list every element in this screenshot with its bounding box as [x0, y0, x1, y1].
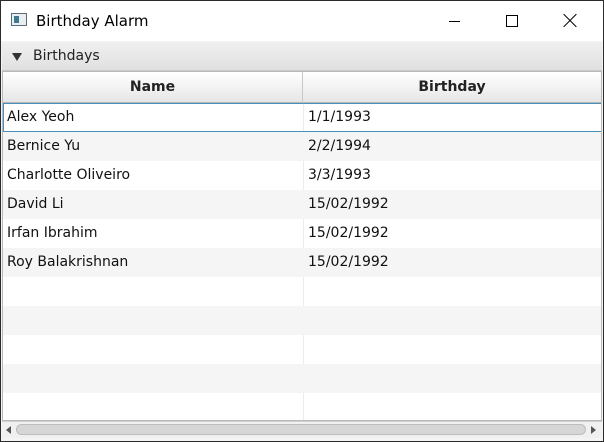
table-row[interactable]: Alex Yeoh 1/1/1993 — [3, 103, 601, 132]
name-cell[interactable]: Bernice Yu — [7, 132, 301, 161]
birthday-table[interactable]: Name Birthday Alex Yeoh 1/1/1993 Bernice Y… — [2, 71, 602, 421]
minimize-icon — [448, 20, 460, 22]
table-row[interactable]: David Li 15/02/1992 — [3, 190, 601, 219]
name-cell[interactable]: Charlotte Oliveiro — [7, 161, 301, 190]
empty-table-row[interactable] — [3, 393, 601, 420]
close-icon — [563, 14, 577, 28]
name-cell[interactable]: Irfan Ibrahim — [7, 219, 301, 248]
title-bar[interactable]: Birthday Alarm — [1, 1, 603, 41]
birthday-cell[interactable]: 15/02/1992 — [308, 190, 598, 219]
empty-table-row[interactable] — [3, 335, 601, 364]
app-window-icon — [11, 13, 27, 26]
name-cell[interactable]: David Li — [7, 190, 301, 219]
name-cell[interactable]: Alex Yeoh — [7, 103, 301, 132]
minimize-button[interactable] — [425, 1, 483, 41]
birthday-cell[interactable]: 15/02/1992 — [308, 248, 598, 277]
close-button[interactable] — [541, 1, 599, 41]
table-row[interactable]: Roy Balakrishnan 15/02/1992 — [3, 248, 601, 277]
empty-table-row[interactable] — [3, 277, 601, 306]
scroll-left-icon[interactable] — [6, 426, 11, 434]
birthdays-pane-header[interactable]: Birthdays — [2, 42, 602, 71]
app-window: Birthday Alarm Birthdays Name Birthday A… — [0, 0, 604, 442]
birthday-cell[interactable]: 3/3/1993 — [308, 161, 598, 190]
table-row[interactable]: Bernice Yu 2/2/1994 — [3, 132, 601, 161]
maximize-button[interactable] — [483, 1, 541, 41]
table-row[interactable]: Irfan Ibrahim 15/02/1992 — [3, 219, 601, 248]
birthday-cell[interactable]: 1/1/1993 — [308, 103, 598, 132]
empty-table-row[interactable] — [3, 364, 601, 393]
name-cell[interactable]: Roy Balakrishnan — [7, 248, 301, 277]
column-header-name[interactable]: Name — [3, 72, 303, 103]
maximize-icon — [506, 15, 518, 27]
table-header: Name Birthday — [3, 72, 601, 103]
column-header-birthday[interactable]: Birthday — [303, 72, 601, 103]
pane-title: Birthdays — [33, 48, 100, 64]
birthday-cell[interactable]: 2/2/1994 — [308, 132, 598, 161]
table-row[interactable]: Charlotte Oliveiro 3/3/1993 — [3, 161, 601, 190]
scrollbar-thumb[interactable] — [16, 424, 586, 435]
scroll-right-icon[interactable] — [591, 426, 596, 434]
empty-table-row[interactable] — [3, 306, 601, 335]
horizontal-scrollbar[interactable] — [2, 421, 602, 438]
birthday-cell[interactable]: 15/02/1992 — [308, 219, 598, 248]
window-title: Birthday Alarm — [36, 12, 149, 30]
table-body: Alex Yeoh 1/1/1993 Bernice Yu 2/2/1994 Charl… — [3, 103, 601, 420]
collapse-arrow-icon[interactable] — [12, 53, 22, 61]
